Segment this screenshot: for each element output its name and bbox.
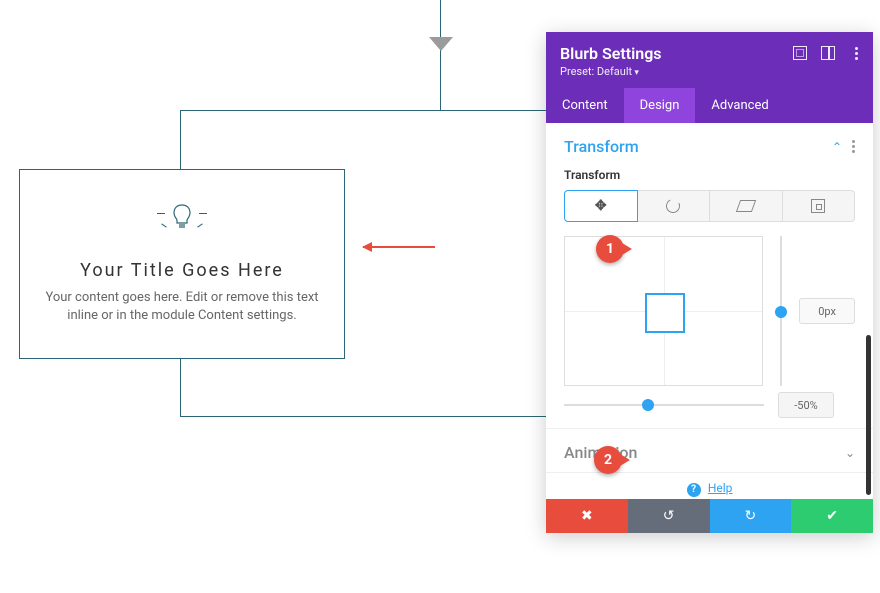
split-view-icon[interactable] [821,46,835,60]
canvas-area: Your Title Goes Here Your content goes h… [0,0,546,593]
horizontal-offset-slider[interactable] [564,398,764,412]
tab-bar: Content Design Advanced [546,88,873,123]
move-icon: ✥ [595,198,607,214]
undo-button[interactable]: ↺ [628,499,710,533]
section-options-icon[interactable] [852,140,855,153]
help-link[interactable]: Help [708,481,733,495]
insert-indicator-icon [429,37,453,51]
structure-vertical-line [440,0,441,110]
blurb-title: Your Title Goes Here [80,260,284,281]
undo-icon: ↺ [663,508,675,524]
discard-button[interactable]: ✖ [546,499,628,533]
redo-button[interactable]: ↻ [710,499,792,533]
blurb-module[interactable]: Your Title Goes Here Your content goes h… [19,169,345,359]
panel-body: Transform ⌃ Transform ✥ [546,123,873,499]
chevron-up-icon: ⌃ [832,140,842,154]
help-icon[interactable]: ? [687,483,701,497]
redo-icon: ↻ [745,508,757,524]
section-transform: Transform ⌃ Transform ✥ [546,123,873,429]
blurb-description: Your content goes here. Edit or remove t… [40,289,324,325]
rotate-icon [664,197,682,215]
skew-icon [736,200,756,212]
horizontal-offset-value[interactable]: -50% [778,392,834,418]
help-row: ? Help [546,473,873,499]
chevron-down-icon: ⌄ [845,446,855,460]
vertical-offset-value[interactable]: 0px [799,298,855,324]
close-icon: ✖ [581,508,593,524]
section-transform-header[interactable]: Transform ⌃ [564,137,855,156]
preset-dropdown[interactable]: Preset: Default [560,65,859,78]
panel-header: Blurb Settings Preset: Default [546,32,873,88]
transform-canvas[interactable] [564,236,763,386]
transform-rotate-button[interactable] [638,190,711,222]
footer-buttons: ✖ ↺ ↻ ✔ [546,499,873,533]
tab-content[interactable]: Content [546,88,624,123]
vertical-offset-slider[interactable] [773,236,789,386]
transform-section-title: Transform [564,137,639,156]
transform-mode-buttons: ✥ [564,190,855,222]
transform-label: Transform [564,168,855,182]
origin-icon [811,199,825,213]
annotation-arrow [363,246,435,248]
expand-icon[interactable] [793,46,807,60]
callout-1: 1 [596,235,624,263]
transform-origin-button[interactable] [783,190,856,222]
scrollbar[interactable] [866,335,871,495]
tab-design[interactable]: Design [624,88,696,123]
more-options-icon[interactable] [849,46,863,60]
lightbulb-icon [171,203,193,238]
transform-handle[interactable] [645,293,685,333]
save-button[interactable]: ✔ [791,499,873,533]
transform-skew-button[interactable] [710,190,783,222]
tab-advanced[interactable]: Advanced [695,88,784,123]
check-icon: ✔ [826,508,838,524]
callout-2: 2 [594,446,622,474]
transform-move-button[interactable]: ✥ [564,190,638,222]
